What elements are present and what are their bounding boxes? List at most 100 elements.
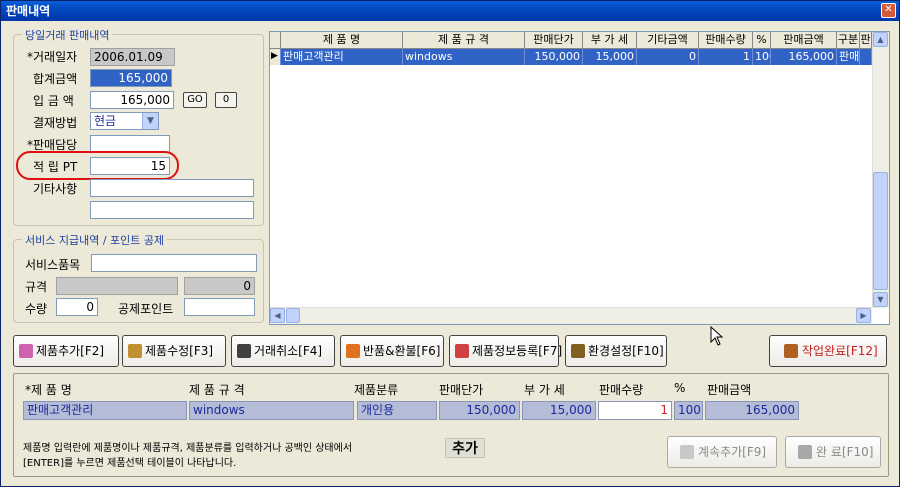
entry-header-amount: 판매금액	[707, 383, 752, 397]
entry-category-field[interactable]: 개인용	[357, 401, 437, 420]
quantity-field[interactable]: 0	[56, 298, 98, 316]
entry-header-qty: 판매수량	[599, 383, 644, 397]
product-register-button[interactable]: 제품정보등록[F7]	[449, 335, 562, 367]
cancel-transaction-button[interactable]: 거래취소[F4]	[231, 335, 335, 367]
scroll-left-icon[interactable]: ◀	[270, 308, 285, 323]
return-refund-icon	[346, 344, 360, 358]
cell-type[interactable]: 판매	[837, 49, 860, 65]
entry-amount-field[interactable]: 165,000	[705, 401, 799, 420]
date-label: *거래일자	[27, 50, 78, 64]
continue-add-button[interactable]: 계속추가[F9]	[667, 436, 777, 468]
entry-pct-field[interactable]: 100	[674, 401, 703, 420]
service-group-title: 서비스 지급내역 / 포인트 공제	[22, 232, 168, 248]
entry-header-category: 제품분류	[354, 383, 399, 397]
complete-work-button[interactable]: 작업완료[F12]	[769, 335, 887, 367]
horizontal-scrollbar[interactable]: ◀ ▶	[270, 307, 872, 324]
done-label: 완 료[F10]	[816, 445, 874, 459]
grid-header-corner	[270, 32, 281, 49]
total-label: 합계금액	[33, 72, 78, 86]
go-button[interactable]: GO	[183, 92, 207, 108]
grid-header-spec[interactable]: 제 품 규 격	[403, 32, 525, 49]
return-refund-button[interactable]: 반품&환불[F6]	[340, 335, 444, 367]
edit-product-icon	[128, 344, 142, 358]
cell-price[interactable]: 150,000	[525, 49, 583, 65]
entry-header-pct: %	[674, 381, 686, 395]
mouse-cursor-icon	[710, 326, 724, 346]
entry-name-field[interactable]: 판매고객관리	[23, 401, 187, 420]
window-title: 판매내역	[6, 4, 51, 18]
grid-header-other[interactable]: 기타금액	[637, 32, 699, 49]
scroll-right-icon[interactable]: ▶	[856, 308, 871, 323]
spec-number-field[interactable]: 0	[184, 277, 255, 295]
scroll-down-icon[interactable]: ▼	[873, 292, 888, 307]
horizontal-scroll-thumb[interactable]	[286, 308, 300, 323]
settings-label: 환경설정[F10]	[588, 344, 664, 358]
payment-select[interactable]: 현금 ▼	[90, 112, 159, 130]
grid-header-qty[interactable]: 판매수량	[699, 32, 753, 49]
grid-header-pct[interactable]: %	[753, 32, 771, 49]
zero-button[interactable]: 0	[215, 92, 237, 108]
settings-button[interactable]: 환경설정[F10]	[565, 335, 667, 367]
service-item-label: 서비스품목	[25, 258, 81, 272]
add-entry-button[interactable]: 추가	[445, 438, 485, 458]
notes-field-2[interactable]	[90, 201, 254, 219]
grid-header-price[interactable]: 판매단가	[525, 32, 583, 49]
cell-amount[interactable]: 165,000	[771, 49, 837, 65]
add-product-button[interactable]: 제품추가[F2]	[13, 335, 119, 367]
cell-vat[interactable]: 15,000	[583, 49, 637, 65]
scroll-up-icon[interactable]: ▲	[873, 32, 888, 47]
sales-history-window: 판매내역 ✕ 당일거래 판매내역 *거래일자 2006.01.09 합계금액 1…	[0, 0, 900, 487]
cell-extra[interactable]	[860, 49, 872, 65]
deposit-label: 입 금 액	[33, 94, 74, 108]
date-field[interactable]: 2006.01.09	[90, 48, 175, 66]
spec-label: 규격	[25, 280, 48, 294]
return-refund-label: 반품&환불[F6]	[363, 344, 441, 358]
hint-text-line2: [ENTER]를 누르면 제품선택 테이블이 나타납니다.	[23, 458, 237, 469]
door-icon	[784, 344, 798, 358]
vertical-scroll-thumb[interactable]	[873, 172, 888, 290]
grid-header-extra[interactable]: 판	[860, 32, 872, 49]
entry-price-field[interactable]: 150,000	[439, 401, 520, 420]
cancel-transaction-label: 거래취소[F4]	[254, 344, 323, 358]
hint-text-line1: 제품명 입력란에 제품명이나 제품규격, 제품분류를 입력하거나 공백인 상태에…	[23, 443, 353, 454]
cell-name[interactable]: 판매고객관리	[281, 49, 403, 65]
entry-vat-field[interactable]: 15,000	[522, 401, 596, 420]
payment-value: 현금	[94, 114, 117, 128]
cell-spec[interactable]: windows	[403, 49, 525, 65]
row-marker[interactable]: ▶	[270, 49, 281, 65]
settings-icon	[571, 344, 585, 358]
sales-grid[interactable]: 제 품 명 제 품 규 격 판매단가 부 가 세 기타금액 판매수량 % 판매금…	[269, 31, 890, 325]
grid-header-type[interactable]: 구분	[837, 32, 860, 49]
notes-field-1[interactable]	[90, 179, 254, 197]
spec-field[interactable]	[56, 277, 178, 295]
cell-other[interactable]: 0	[637, 49, 699, 65]
continue-add-icon	[680, 445, 694, 459]
cell-qty[interactable]: 1	[699, 49, 753, 65]
cancel-transaction-icon	[237, 344, 251, 358]
cell-pct[interactable]: 100	[753, 49, 771, 65]
done-button[interactable]: 완 료[F10]	[785, 436, 881, 468]
deduct-points-field[interactable]	[184, 298, 255, 316]
close-icon[interactable]: ✕	[881, 3, 896, 18]
payment-label: 결재방법	[33, 116, 78, 130]
entry-spec-field[interactable]: windows	[189, 401, 354, 420]
service-item-field[interactable]	[91, 254, 257, 272]
total-amount-field[interactable]: 165,000	[90, 69, 172, 87]
edit-product-button[interactable]: 제품수정[F3]	[122, 335, 226, 367]
title-bar: 판매내역 ✕	[1, 1, 899, 21]
grid-header-amount[interactable]: 판매금액	[771, 32, 837, 49]
product-register-icon	[455, 344, 469, 358]
add-product-label: 제품추가[F2]	[36, 344, 105, 358]
vertical-scrollbar[interactable]: ▲ ▼	[872, 32, 889, 308]
notes-label: 기타사항	[33, 182, 78, 196]
continue-add-label: 계속추가[F9]	[698, 445, 767, 459]
edit-product-label: 제품수정[F3]	[145, 344, 214, 358]
entry-header-vat: 부 가 세	[524, 383, 565, 397]
add-product-icon	[19, 344, 33, 358]
entry-qty-field[interactable]: 1	[598, 401, 672, 420]
grid-header-vat[interactable]: 부 가 세	[583, 32, 637, 49]
grid-header-name[interactable]: 제 품 명	[281, 32, 403, 49]
chevron-down-icon[interactable]: ▼	[142, 113, 158, 129]
highlight-circle	[16, 151, 179, 180]
deposit-field[interactable]: 165,000	[90, 91, 174, 109]
